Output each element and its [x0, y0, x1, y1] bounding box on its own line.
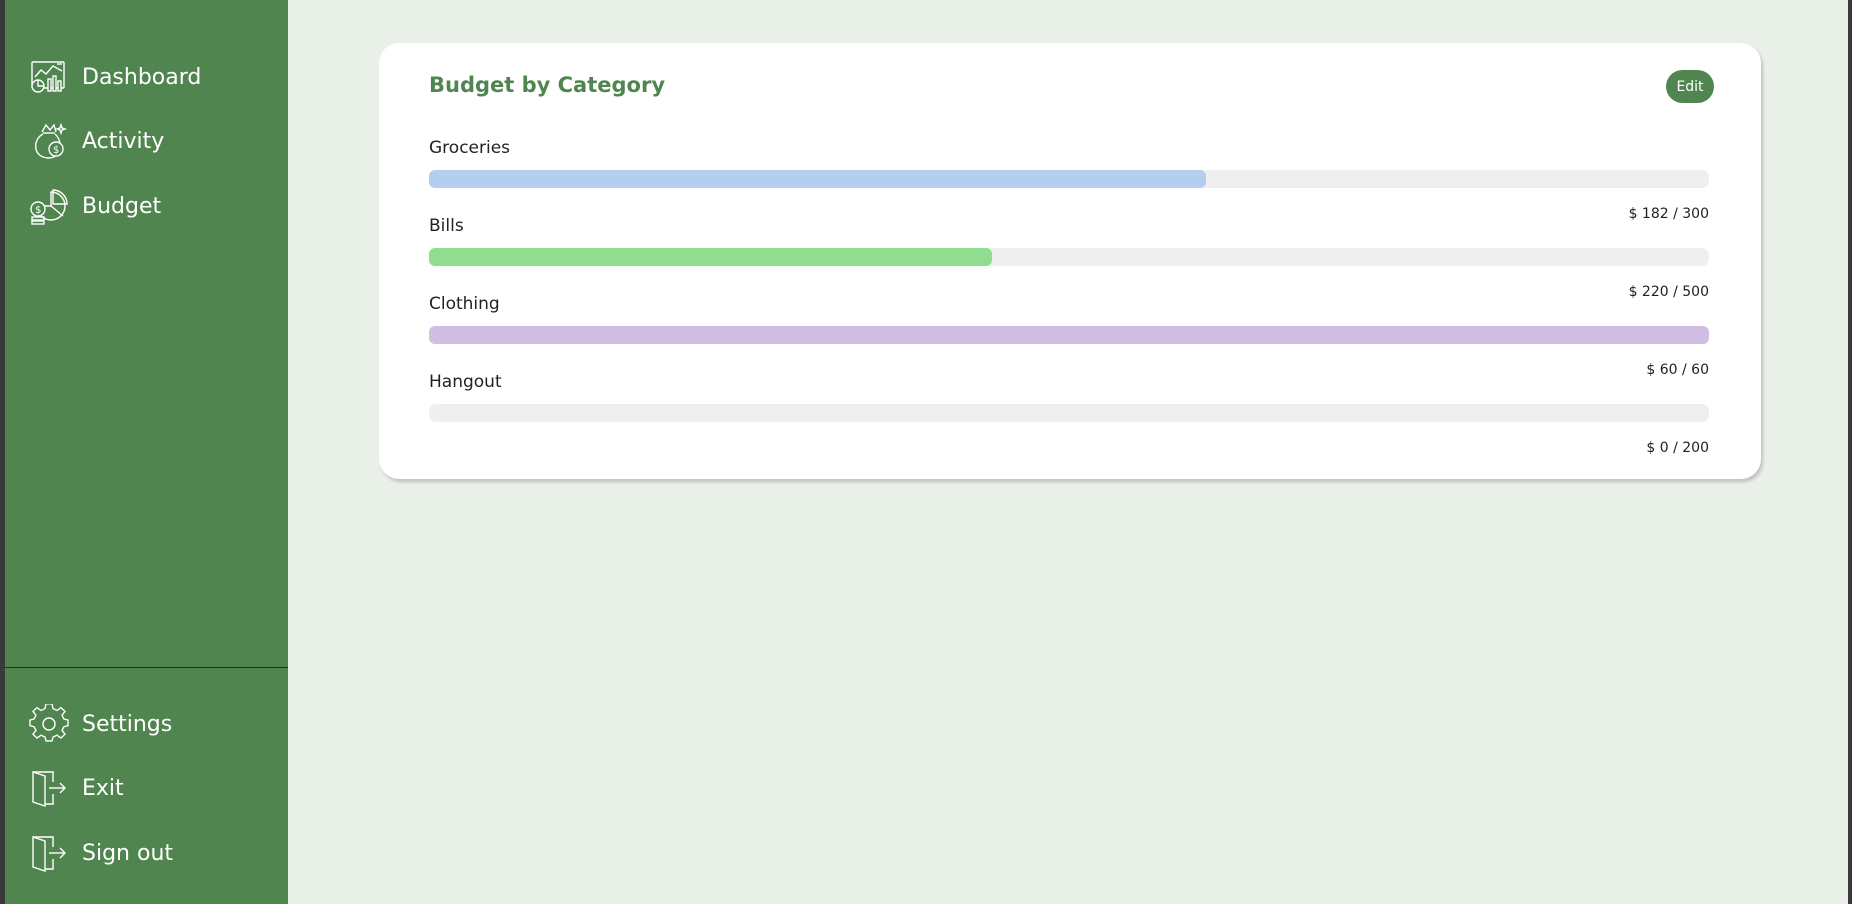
category-name: Hangout: [429, 372, 502, 392]
sidebar-item-label: Exit: [82, 775, 124, 801]
sign-out-door-icon: [28, 832, 70, 874]
sidebar-item-exit[interactable]: Exit: [28, 764, 278, 812]
progress-track: [429, 248, 1709, 266]
card-title: Budget by Category: [429, 73, 666, 97]
budget-by-category-card: Budget by Category Edit Groceries $ 182 …: [379, 43, 1761, 479]
exit-door-icon: [28, 767, 70, 809]
sidebar-item-label: Dashboard: [82, 64, 202, 90]
sidebar-item-label: Settings: [82, 711, 173, 737]
progress-fill: [429, 248, 993, 266]
progress-track: [429, 404, 1709, 422]
progress-track: [429, 326, 1709, 344]
category-row-bills: Bills $ 220 / 500: [429, 216, 1709, 300]
app-window: Dashboard $ Activity $ Budget Settings E…: [0, 0, 1852, 904]
category-row-hangout: Hangout $ 0 / 200: [429, 372, 1709, 456]
pie-chart-icon: $: [28, 185, 70, 227]
sidebar-item-dashboard[interactable]: Dashboard: [28, 53, 278, 101]
dashboard-icon: [28, 56, 70, 98]
sidebar-item-label: Budget: [82, 193, 162, 219]
money-bag-icon: $: [28, 120, 70, 162]
progress-fill: [429, 170, 1206, 188]
sidebar-item-label: Activity: [82, 128, 165, 154]
sidebar: Dashboard $ Activity $ Budget Settings E…: [5, 0, 288, 904]
sidebar-item-label: Sign out: [82, 840, 174, 866]
category-name: Clothing: [429, 294, 500, 314]
edit-button[interactable]: Edit: [1666, 70, 1714, 103]
progress-track: [429, 170, 1709, 188]
category-amount: $ 0 / 200: [1646, 440, 1709, 456]
sidebar-divider: [5, 667, 288, 668]
progress-fill: [429, 326, 1709, 344]
gear-icon: [28, 703, 70, 745]
category-row-clothing: Clothing $ 60 / 60: [429, 294, 1709, 378]
window-frame-right: [1848, 0, 1852, 904]
sidebar-item-settings[interactable]: Settings: [28, 700, 278, 748]
sidebar-item-activity[interactable]: $ Activity: [28, 117, 278, 165]
category-name: Groceries: [429, 138, 511, 158]
svg-text:$: $: [53, 145, 59, 156]
sidebar-item-sign-out[interactable]: Sign out: [28, 829, 278, 877]
category-name: Bills: [429, 216, 464, 236]
category-row-groceries: Groceries $ 182 / 300: [429, 138, 1709, 222]
svg-text:$: $: [35, 205, 41, 216]
sidebar-item-budget[interactable]: $ Budget: [28, 182, 278, 230]
